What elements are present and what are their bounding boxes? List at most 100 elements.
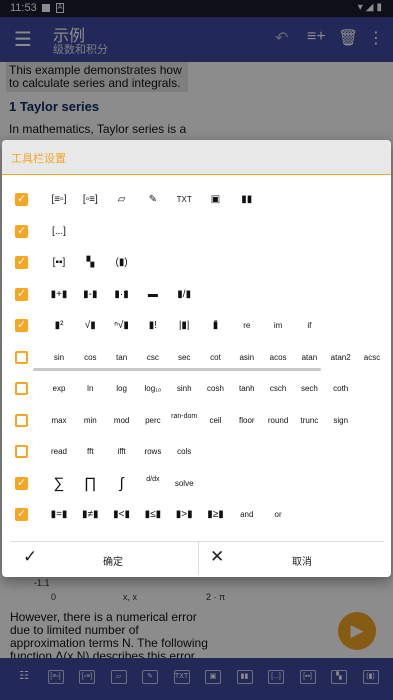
toolbar-item: floor <box>239 415 255 425</box>
toolbar-group-row: ▮+▮ ▮-▮ ▮·▮ ▬ ▮/▮ <box>2 280 391 311</box>
toolbar-item: tanh <box>239 384 255 393</box>
toolbar-item: mod <box>113 415 130 425</box>
group-checkbox[interactable] <box>15 350 28 364</box>
toolbar-item: ∑ <box>53 474 65 492</box>
toolbar-item: fft <box>87 447 94 456</box>
toolbar-item: coth <box>333 384 349 393</box>
ok-label: 确定 <box>103 557 123 568</box>
toolbar-item: ✎ <box>148 194 158 205</box>
toolbar-item: cols <box>177 447 192 456</box>
horizontal-scroll-indicator[interactable] <box>33 368 321 371</box>
toolbar-item: ▬ <box>147 288 158 300</box>
toolbar-item: and <box>240 510 254 519</box>
toolbar-item: ▱ <box>117 194 126 205</box>
toolbar-item: ran-dom <box>171 412 198 420</box>
toolbar-item: ▮=▮ <box>50 509 68 520</box>
toolbar-item: ▮▮ <box>241 194 253 205</box>
toolbar-item: sech <box>300 384 318 393</box>
toolbar-item: atan <box>301 352 318 362</box>
toolbar-settings-dialog: 工具栏设置 [≡▫] [▫≡] ▱ ✎ TXT ▣ ▮▮ [...] [▪▪] ▚ (▮) ▮+▮ ▮-… <box>2 140 391 577</box>
group-checkbox[interactable] <box>15 445 28 458</box>
toolbar-group-row: exp ln log log₁₀ sinh cosh tanh csch sech coth <box>2 374 391 405</box>
toolbar-item: ▮̄ <box>212 320 219 331</box>
toolbar-item: rows <box>144 447 162 456</box>
toolbar-item: [▪▪] <box>52 257 66 268</box>
group-checkbox[interactable] <box>15 287 28 301</box>
toolbar-item: acos <box>269 352 287 362</box>
toolbar-item: perc <box>145 415 161 425</box>
toolbar-item: ▮! <box>148 320 158 331</box>
group-checkbox[interactable] <box>15 224 28 238</box>
toolbar-item: tan <box>116 352 128 362</box>
toolbar-item: atan2 <box>330 352 351 362</box>
toolbar-item: cos <box>84 352 97 362</box>
toolbar-group-row: read fft ifft rows cols <box>2 437 391 468</box>
toolbar-item: ∏ <box>84 474 97 492</box>
toolbar-item: min <box>83 415 97 425</box>
group-checkbox[interactable] <box>15 413 28 427</box>
toolbar-group-row: [▪▪] ▚ (▮) <box>2 248 391 279</box>
toolbar-item: ▮/▮ <box>177 288 192 300</box>
toolbar-group-row: ∑ ∏ ∫ d/dx solve <box>2 469 391 500</box>
toolbar-item: trunc <box>300 415 319 425</box>
toolbar-item: max <box>51 415 67 425</box>
toolbar-item: re <box>243 321 251 330</box>
toolbar-item: acsc <box>363 352 381 362</box>
toolbar-item: ▮·▮ <box>114 288 129 300</box>
group-checkbox[interactable] <box>15 476 28 490</box>
group-checkbox[interactable] <box>15 192 28 206</box>
check-icon: ✓ <box>23 547 38 566</box>
toolbar-item: cot <box>210 352 221 362</box>
toolbar-item: ▮+▮ <box>50 288 68 300</box>
toolbar-item: |▮| <box>178 320 190 331</box>
toolbar-item: csch <box>269 384 287 393</box>
toolbar-item: TXT <box>176 195 192 204</box>
group-checkbox[interactable] <box>15 507 28 521</box>
toolbar-item: [...] <box>52 225 66 237</box>
toolbar-item: [▫≡] <box>82 194 98 205</box>
toolbar-item: ∫ <box>119 474 124 492</box>
dialog-title: 工具栏设置 <box>11 153 66 165</box>
group-checkbox[interactable] <box>15 382 28 395</box>
toolbar-item: ▮² <box>54 320 64 331</box>
dialog-header: 工具栏设置 <box>2 140 391 175</box>
cancel-button[interactable]: ✕ 取消 <box>198 542 384 575</box>
toolbar-item: ln <box>87 384 94 393</box>
toolbar-item: ▮>▮ <box>175 509 193 520</box>
toolbar-item: √▮ <box>84 320 96 331</box>
group-checkbox[interactable] <box>15 255 28 269</box>
toolbar-item: read <box>50 447 67 456</box>
toolbar-item: if <box>307 321 312 330</box>
toolbar-group-row: max min mod perc ran-dom ceil floor round trunc s… <box>2 406 391 437</box>
ok-button[interactable]: ✓ 确定 <box>11 542 197 575</box>
toolbar-item: (▮) <box>115 257 128 268</box>
close-icon: ✕ <box>210 547 225 566</box>
toolbar-item: sin <box>53 352 65 362</box>
toolbar-item: cosh <box>207 384 224 393</box>
toolbar-item: exp <box>52 384 66 393</box>
dialog-footer: ✓ 确定 ✕ 取消 <box>11 541 384 575</box>
toolbar-item: d/dx <box>146 475 160 483</box>
toolbar-item: ceil <box>209 415 222 425</box>
toolbar-item: sign <box>333 415 349 425</box>
toolbar-item: csc <box>146 352 159 362</box>
toolbar-item: ▮≥▮ <box>207 509 224 520</box>
toolbar-group-row: [≡▫] [▫≡] ▱ ✎ TXT ▣ ▮▮ <box>2 185 391 216</box>
toolbar-item: ▚ <box>86 257 95 268</box>
toolbar-item: ▣ <box>210 194 221 205</box>
cancel-label: 取消 <box>292 557 312 568</box>
toolbar-group-row: [...] <box>2 217 391 248</box>
toolbar-group-row: ▮=▮ ▮≠▮ ▮<▮ ▮≤▮ ▮>▮ ▮≥▮ and or <box>2 500 391 531</box>
toolbar-item: ⁿ√▮ <box>114 320 129 331</box>
toolbar-item: solve <box>174 478 194 488</box>
toolbar-item: ▮-▮ <box>83 288 98 300</box>
toolbar-item: im <box>273 321 283 330</box>
toolbar-item: log₁₀ <box>144 384 162 393</box>
toolbar-group-row: ▮² √▮ ⁿ√▮ ▮! |▮| ▮̄ re im if <box>2 311 391 342</box>
toolbar-item: or <box>274 510 282 519</box>
toolbar-item: [≡▫] <box>51 194 67 205</box>
toolbar-item: sinh <box>176 384 192 393</box>
toolbar-item: ▮<▮ <box>113 509 131 520</box>
toolbar-item: ifft <box>117 447 126 456</box>
group-checkbox[interactable] <box>15 318 28 332</box>
